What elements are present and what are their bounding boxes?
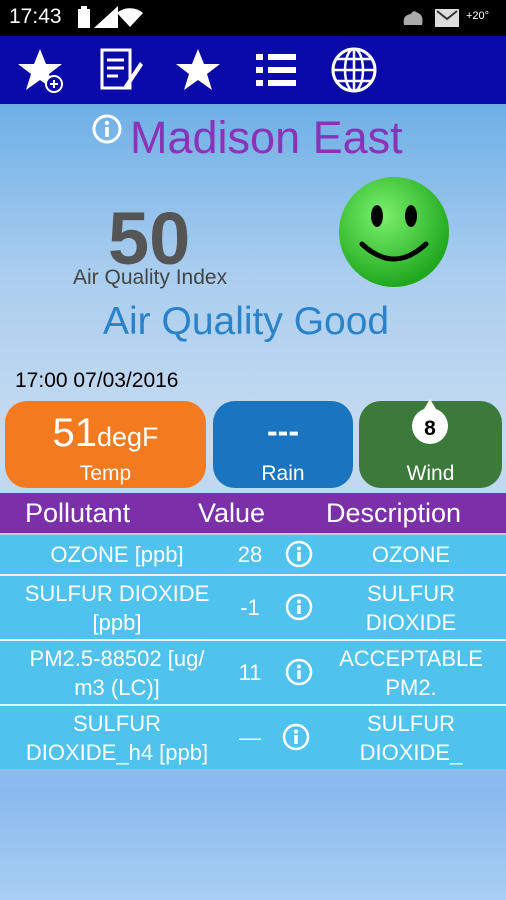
table-row[interactable]: PM2.5-88502 [ug/m3 (LC)] 11 ACCEPTABLE PM…: [0, 641, 506, 704]
pollutant-info-icon[interactable]: [285, 658, 315, 688]
signal-icon: [94, 6, 118, 33]
pollutant-value: —: [239, 725, 261, 750]
station-name: Madison East: [130, 112, 403, 163]
pollutant-value: 11: [238, 660, 262, 685]
station-info-icon[interactable]: [92, 114, 122, 144]
temp-unit: degF: [96, 422, 159, 452]
pollutant-info-icon[interactable]: [285, 540, 315, 570]
pollutant-name: PM2.5-88502 [ug/m3 (LC)]: [29, 646, 205, 700]
pollutant-description: SULFUR DIOXIDE: [365, 581, 457, 635]
pollutant-table-header: Pollutant Value Description: [0, 493, 506, 533]
pollutant-name: SULFUR DIOXIDE_h4 [ppb]: [25, 711, 209, 765]
smiley-face-icon: [336, 174, 452, 290]
favorites-icon[interactable]: [174, 46, 222, 94]
wind-tile[interactable]: 8 Wind: [359, 399, 502, 488]
timestamp: 17:00 07/03/2016: [15, 369, 179, 392]
wind-label: Wind: [406, 462, 455, 485]
pollutant-value: 28: [237, 542, 263, 567]
pollutant-name: SULFUR DIOXIDE [ppb]: [24, 581, 210, 635]
temp-tile[interactable]: 51degF Temp: [5, 401, 206, 488]
pollutant-info-icon[interactable]: [285, 593, 315, 623]
list-icon[interactable]: [252, 46, 300, 94]
wind-value: 8: [424, 417, 436, 440]
pollutant-description: OZONE: [371, 542, 451, 567]
air-quality-status: Air Quality Good: [103, 300, 390, 343]
status-time: 17:43: [9, 5, 62, 28]
status-temperature: +20°: [466, 10, 490, 22]
status-bar: 17:43 +20°: [0, 0, 506, 36]
rain-tile[interactable]: --- Rain: [213, 401, 353, 488]
rain-value: ---: [267, 413, 299, 449]
notification-icon: [402, 9, 424, 32]
table-row[interactable]: OZONE [ppb] 28 OZONE: [0, 535, 506, 574]
pollutant-description: SULFUR DIOXIDE_: [359, 711, 463, 765]
edit-note-icon[interactable]: [96, 46, 144, 94]
wifi-icon: [116, 4, 144, 33]
header-value: Value: [198, 498, 266, 528]
gmail-icon: [435, 9, 459, 32]
header-description: Description: [326, 498, 462, 528]
pollutant-value: -1: [240, 595, 260, 620]
globe-icon[interactable]: [330, 46, 378, 94]
temp-value: 51: [52, 411, 97, 455]
table-row[interactable]: SULFUR DIOXIDE_h4 [ppb] — SULFUR DIOXIDE_: [0, 706, 506, 769]
battery-icon: [78, 6, 90, 33]
favorite-add-icon[interactable]: [16, 46, 64, 94]
pollutant-name: OZONE [ppb]: [50, 542, 184, 567]
rain-label: Rain: [261, 462, 305, 485]
aqi-label: Air Quality Index: [73, 266, 228, 289]
pollutant-info-icon[interactable]: [282, 723, 312, 753]
temp-label: Temp: [79, 462, 132, 485]
toolbar: [0, 36, 506, 104]
table-row[interactable]: SULFUR DIOXIDE [ppb] -1 SULFUR DIOXIDE: [0, 576, 506, 639]
header-pollutant: Pollutant: [25, 498, 131, 528]
pollutant-description: ACCEPTABLE PM2.: [339, 646, 483, 700]
